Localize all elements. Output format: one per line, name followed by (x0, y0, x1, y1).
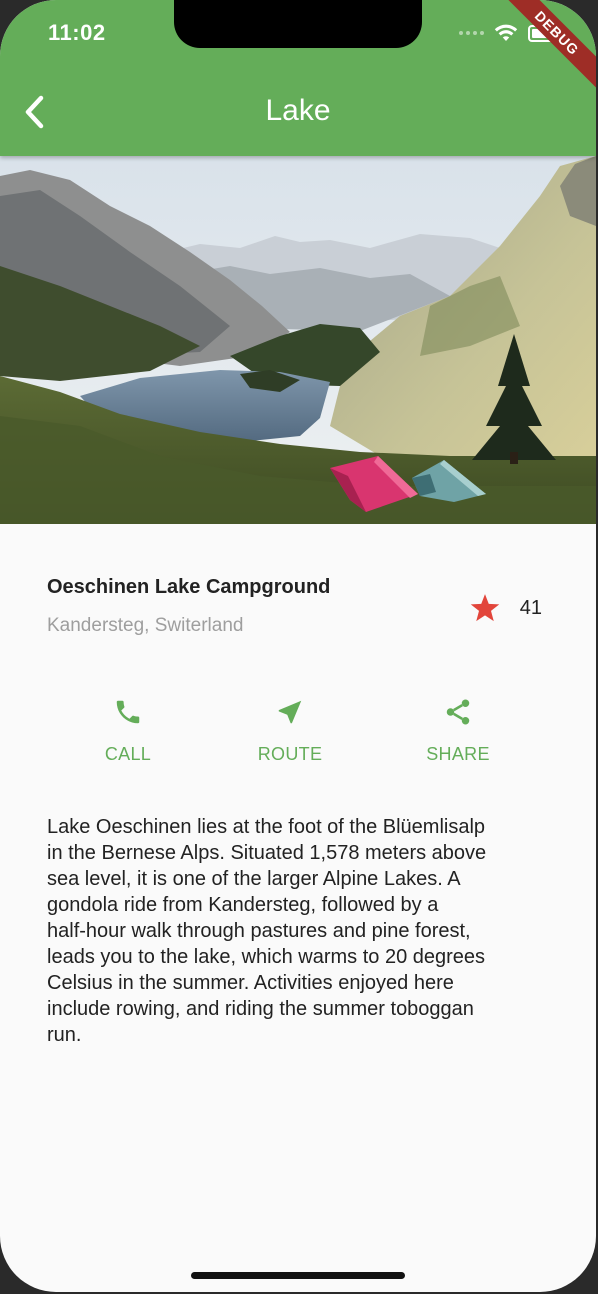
favorite-rating[interactable]: 41 (470, 594, 542, 623)
phone-screen: 11:02 Lake DEBUG Oeschinen Lake Campgrou… (0, 0, 596, 1292)
description-line: half-hour walk through pastures and pine… (47, 920, 471, 942)
description-text: Lake Oeschinen lies at the foot of the B… (47, 814, 552, 1048)
route-label: ROUTE (257, 744, 323, 764)
hero-image (0, 156, 596, 524)
place-location: Kandersteg, Switerland (47, 615, 244, 636)
description-line: leads you to the lake, which warms to 20… (47, 946, 486, 968)
share-icon (446, 699, 470, 725)
description-line: Celsius in the summer. Activities enjoye… (47, 972, 454, 994)
signal-icon (459, 31, 484, 35)
title-section: Oeschinen Lake Campground Kandersteg, Sw… (47, 576, 330, 637)
home-indicator[interactable] (191, 1272, 405, 1279)
landscape-image (0, 156, 596, 524)
share-label: SHARE (426, 744, 490, 764)
description-line: in the Bernese Alps. Situated 1,578 mete… (47, 842, 487, 864)
phone-icon (116, 700, 140, 724)
call-label: CALL (104, 744, 152, 764)
description-line: Lake Oeschinen lies at the foot of the B… (47, 816, 486, 838)
rating-count: 41 (519, 597, 542, 619)
place-name: Oeschinen Lake Campground (47, 576, 331, 598)
page-title: Lake (265, 94, 331, 127)
wifi-icon (494, 24, 518, 41)
route-button[interactable]: ROUTE (230, 696, 350, 765)
description-line: gondola ride from Kandersteg, followed b… (47, 894, 439, 916)
description-line: include rowing, and riding the summer to… (47, 998, 474, 1020)
description-line: sea level, it is one of the larger Alpin… (47, 868, 461, 890)
description-line: run. (47, 1024, 82, 1046)
navigation-arrow-icon (278, 700, 302, 724)
status-time: 11:02 (48, 20, 106, 45)
call-button[interactable]: CALL (68, 696, 188, 765)
share-button[interactable]: SHARE (398, 696, 518, 765)
device-notch (174, 0, 422, 48)
star-icon[interactable] (470, 594, 500, 623)
